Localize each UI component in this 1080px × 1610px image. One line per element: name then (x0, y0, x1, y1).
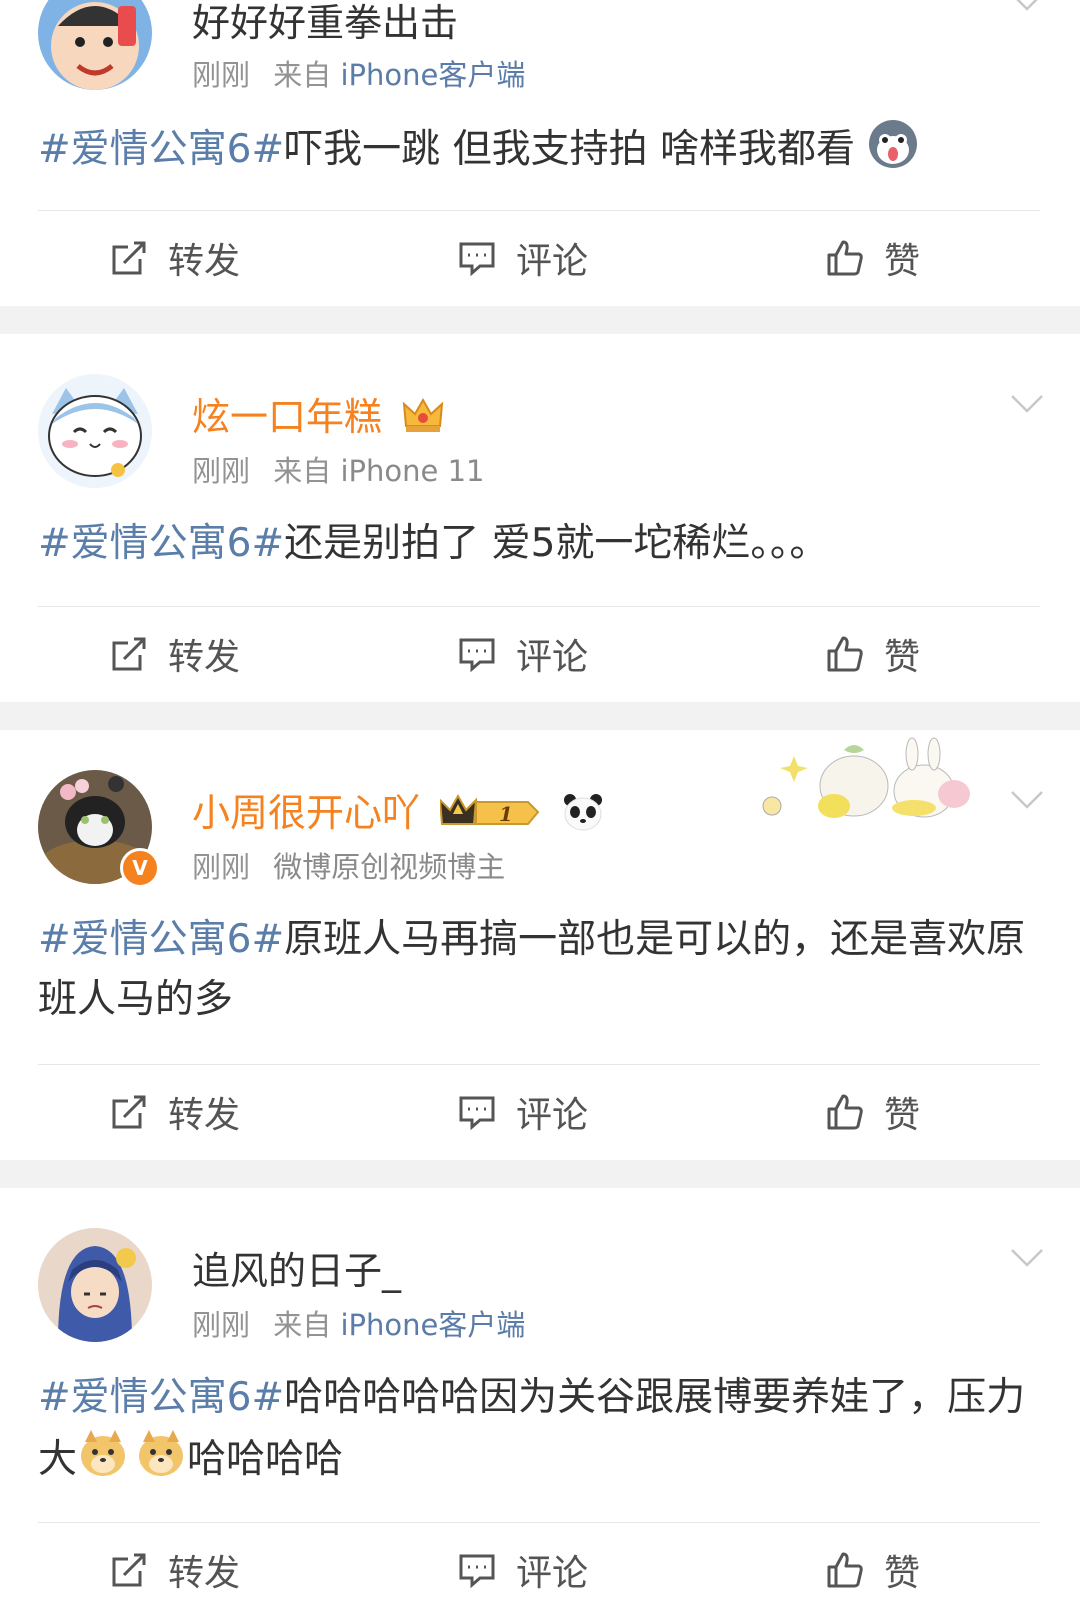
creator-title: 微博原创视频博主 (273, 850, 506, 884)
comment-button[interactable]: 评论 (458, 624, 588, 684)
post-content: #爱情公寓6#还是别拍了 爱5就一坨稀烂。。。 (38, 514, 1038, 574)
crown-badge-icon (402, 396, 444, 445)
post-meta: 刚刚 来自 iPhone 11 (192, 448, 484, 490)
like-label: 赞 (884, 637, 921, 678)
comment-icon (459, 638, 495, 673)
username-text: 小周很开心吖 (192, 791, 421, 835)
like-label: 赞 (884, 241, 921, 282)
divider (38, 1064, 1040, 1065)
post-meta: 刚刚 来自 iPhone客户端 (192, 1302, 525, 1344)
comment-icon (459, 242, 495, 277)
post-content: #爱情公寓6#哈哈哈哈哈因为关谷跟展博要养娃了，压力大 哈哈哈哈 (38, 1368, 1038, 1490)
post-separator (0, 702, 1080, 730)
post-separator (0, 1160, 1080, 1188)
post-card[interactable]: 好好好重拳出击 刚刚 来自 iPhone客户端 #爱情公寓6#吓我一跳 但我支持… (0, 0, 1080, 306)
post-meta: 刚刚 微博原创视频博主 (192, 844, 505, 886)
chevron-down-icon[interactable] (1010, 1248, 1044, 1268)
post-meta: 刚刚 来自 iPhone客户端 (192, 52, 525, 94)
like-label: 赞 (884, 1553, 921, 1594)
bunny-sticker-icon (762, 737, 970, 818)
like-button[interactable]: 赞 (826, 228, 920, 288)
comment-icon (459, 1096, 495, 1131)
comment-button[interactable]: 评论 (458, 228, 588, 288)
post-separator (0, 306, 1080, 334)
comment-icon (459, 1554, 495, 1589)
repost-icon (112, 1553, 146, 1587)
comment-button[interactable]: 评论 (458, 1540, 588, 1600)
repost-button[interactable]: 转发 (110, 1082, 240, 1142)
doge-emoji-icon (135, 1428, 187, 1480)
repost-label: 转发 (168, 241, 241, 282)
like-button[interactable]: 赞 (826, 1082, 920, 1142)
chevron-down-icon[interactable] (1010, 790, 1044, 810)
divider (38, 210, 1040, 211)
action-bar: 转发 评论 赞 (0, 1540, 1080, 1600)
username-text: 炫一口年糕 (192, 395, 383, 439)
thumbs-up-icon (827, 1094, 863, 1130)
avatar[interactable] (38, 374, 152, 488)
divider (38, 606, 1040, 607)
post-text-tail: 哈哈哈哈 (187, 1437, 344, 1482)
like-button[interactable]: 赞 (826, 624, 920, 684)
hashtag-link[interactable]: #爱情公寓6# (38, 917, 284, 962)
post-text: 还是别拍了 爱5就一坨稀烂。。。 (284, 521, 829, 566)
repost-button[interactable]: 转发 (110, 228, 240, 288)
chevron-down-icon[interactable] (1010, 394, 1044, 414)
post-time: 刚刚 (192, 454, 251, 488)
username[interactable]: 炫一口年糕 (192, 386, 444, 445)
username[interactable]: 小周很开心吖 1 (192, 782, 604, 841)
doge-emoji-icon (77, 1428, 129, 1480)
post-card[interactable]: V 小周很开心吖 1 刚刚 微博原创视频博主 #爱情公寓6#原班人马再搞一部也是… (0, 730, 1080, 1160)
username[interactable]: 追风的日子_ (192, 1240, 401, 1295)
post-content: #爱情公寓6#吓我一跳 但我支持拍 啥样我都看 (38, 118, 1038, 180)
verified-badge: V (120, 848, 160, 888)
post-card[interactable]: 炫一口年糕 刚刚 来自 iPhone 11 #爱情公寓6#还是别拍了 爱5就一坨… (0, 334, 1080, 702)
post-time: 刚刚 (192, 58, 251, 92)
hashtag-link[interactable]: #爱情公寓6# (38, 127, 284, 172)
action-bar: 转发 评论 赞 (0, 1082, 1080, 1142)
source-name[interactable]: iPhone客户端 (340, 1308, 525, 1342)
post-text: 吓我一跳 但我支持拍 啥样我都看 (284, 127, 855, 172)
avatar[interactable] (38, 1228, 152, 1342)
post-time: 刚刚 (192, 1308, 251, 1342)
source-name[interactable]: iPhone客户端 (340, 58, 525, 92)
hashtag-link[interactable]: #爱情公寓6# (38, 1375, 284, 1420)
repost-label: 转发 (168, 637, 241, 678)
repost-label: 转发 (168, 1553, 241, 1594)
post-time: 刚刚 (192, 850, 251, 884)
thumbs-up-icon (827, 1552, 863, 1588)
thumbs-up-icon (827, 240, 863, 276)
source-name[interactable]: iPhone 11 (340, 454, 484, 488)
panda-icon (562, 792, 604, 841)
thumbs-up-icon (827, 636, 863, 672)
username[interactable]: 好好好重拳出击 (192, 0, 458, 47)
action-bar: 转发 评论 赞 (0, 624, 1080, 684)
repost-icon (112, 1095, 146, 1129)
comment-label: 评论 (516, 241, 589, 282)
post-content: #爱情公寓6#原班人马再搞一部也是可以的，还是喜欢原班人马的多 (38, 910, 1038, 1030)
comment-label: 评论 (516, 637, 589, 678)
chevron-down-icon[interactable] (1010, 0, 1044, 12)
vip-level: 1 (499, 802, 513, 826)
repost-icon (112, 241, 146, 275)
action-bar: 转发 评论 赞 (0, 228, 1080, 288)
source-prefix: 来自 (273, 454, 332, 488)
repost-label: 转发 (168, 1095, 241, 1136)
like-button[interactable]: 赞 (826, 1540, 920, 1600)
source-prefix: 来自 (273, 1308, 332, 1342)
like-label: 赞 (884, 1095, 921, 1136)
repost-button[interactable]: 转发 (110, 624, 240, 684)
husky-emoji-icon (867, 118, 919, 170)
post-card[interactable]: 追风的日子_ 刚刚 来自 iPhone客户端 #爱情公寓6#哈哈哈哈哈因为关谷跟… (0, 1188, 1080, 1610)
repost-button[interactable]: 转发 (110, 1540, 240, 1600)
divider (38, 1522, 1040, 1523)
comment-label: 评论 (516, 1553, 589, 1594)
repost-icon (112, 637, 146, 671)
avatar[interactable] (38, 0, 152, 90)
comment-button[interactable]: 评论 (458, 1082, 588, 1142)
hashtag-link[interactable]: #爱情公寓6# (38, 521, 284, 566)
source-prefix: 来自 (273, 58, 332, 92)
vip-level-badge: 1 (438, 792, 542, 841)
comment-label: 评论 (516, 1095, 589, 1136)
